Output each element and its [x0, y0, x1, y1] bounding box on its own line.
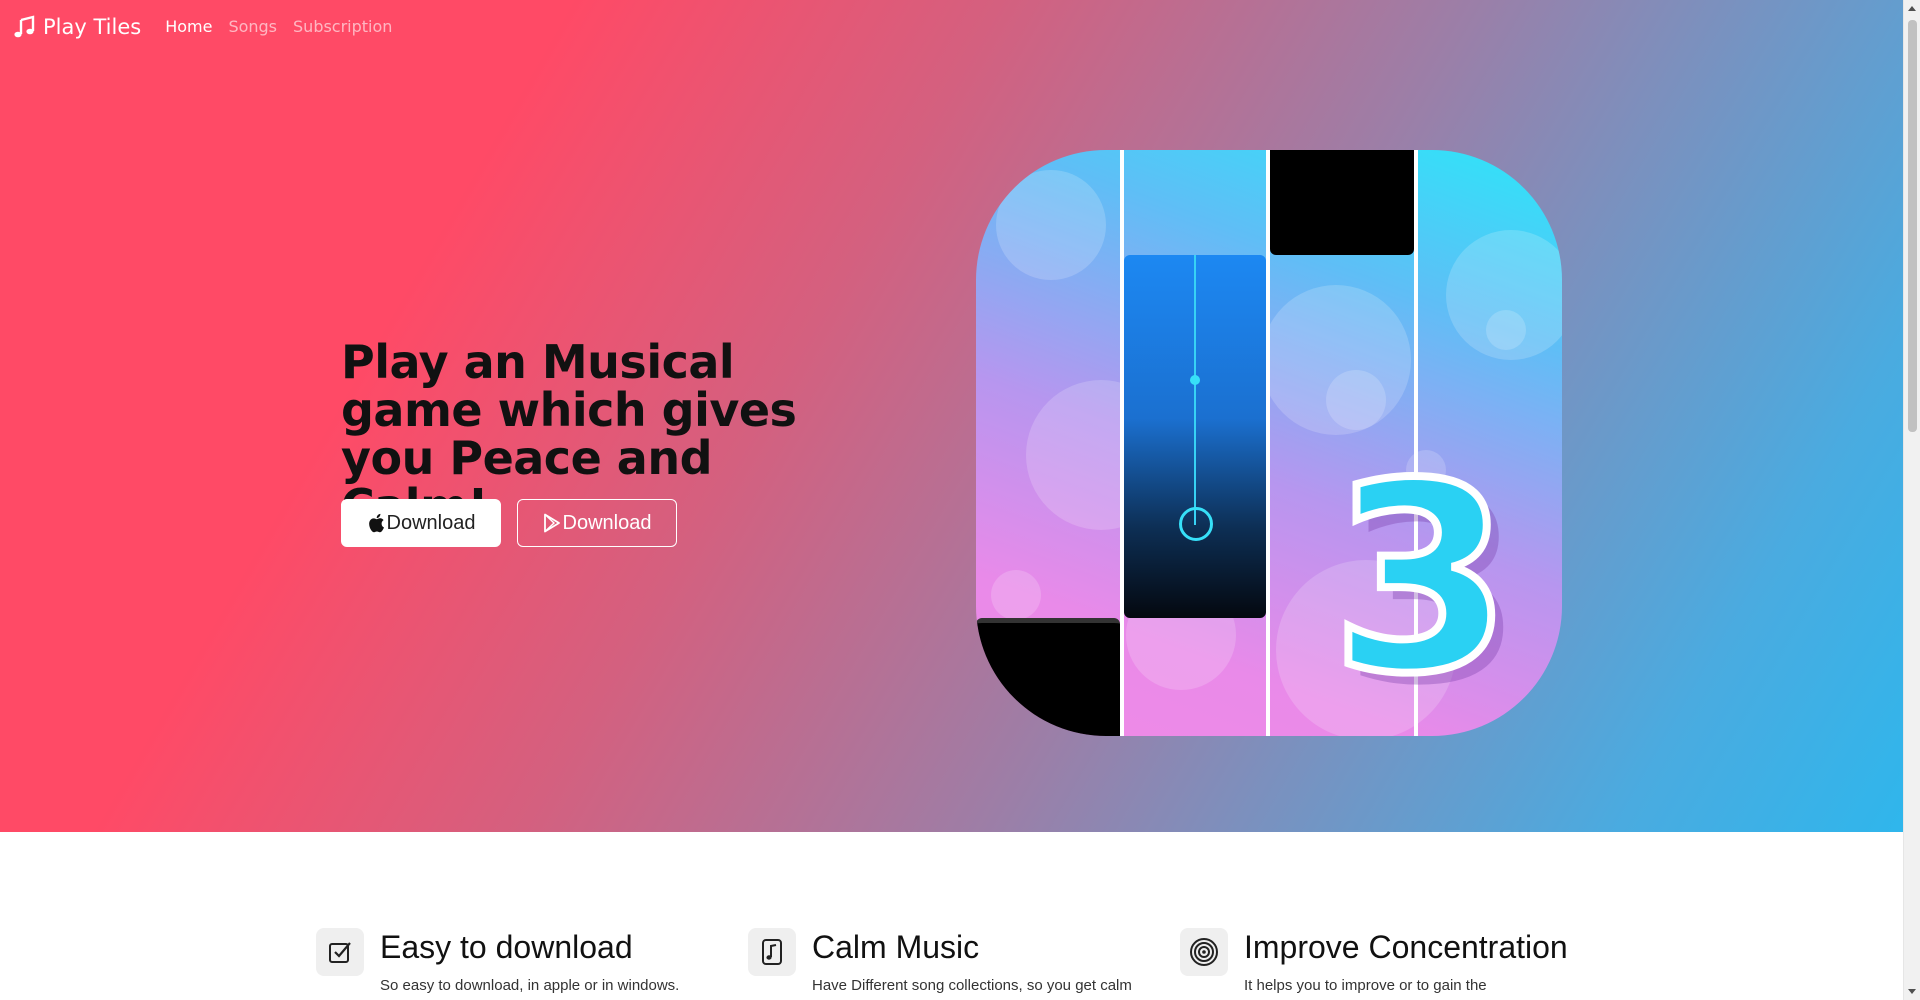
music-note-icon	[14, 14, 35, 37]
feature-title: Calm Music	[812, 929, 980, 965]
navbar: Play Tiles Home Songs Subscription	[0, 0, 1903, 53]
feature-description: Have Different song collections, so you …	[812, 977, 1132, 994]
lane-divider	[1120, 150, 1124, 736]
scroll-down-arrow[interactable]	[1908, 989, 1916, 994]
google-play-download-label: Download	[562, 511, 652, 534]
hero-section: Play an Musical game which gives you Pea…	[0, 0, 1903, 832]
feature-title: Easy to download	[380, 929, 633, 965]
google-play-icon	[543, 513, 560, 533]
music-file-icon	[748, 928, 796, 976]
apple-icon	[368, 513, 384, 533]
black-tile-bottom	[976, 618, 1120, 736]
apple-download-button[interactable]: Download	[341, 499, 501, 547]
piano-tiles-3-app-icon: 3	[976, 150, 1562, 736]
brand-name: Play Tiles	[43, 14, 142, 39]
scroll-up-arrow[interactable]	[1908, 6, 1916, 11]
black-tile-top	[1270, 150, 1414, 255]
lane-divider	[1266, 150, 1270, 736]
app-icon-number: 3	[1327, 429, 1516, 731]
check-square-icon	[316, 928, 364, 976]
nav-link-subscription[interactable]: Subscription	[293, 17, 392, 36]
feature-description: It helps you to improve or to gain the	[1244, 977, 1487, 994]
target-icon	[1180, 928, 1228, 976]
page-scrollbar[interactable]	[1903, 0, 1920, 1000]
apple-download-label: Download	[386, 511, 476, 534]
nav-link-songs[interactable]: Songs	[228, 17, 277, 36]
feature-description: So easy to download, in apple or in wind…	[380, 977, 680, 994]
nav-link-home[interactable]: Home	[165, 17, 212, 36]
feature-title: Improve Concentration	[1244, 929, 1568, 965]
blue-hold-tile	[1124, 255, 1266, 618]
brand-link[interactable]: Play Tiles	[13, 15, 141, 39]
google-play-download-button[interactable]: Download	[517, 499, 677, 547]
scroll-thumb[interactable]	[1908, 20, 1917, 432]
